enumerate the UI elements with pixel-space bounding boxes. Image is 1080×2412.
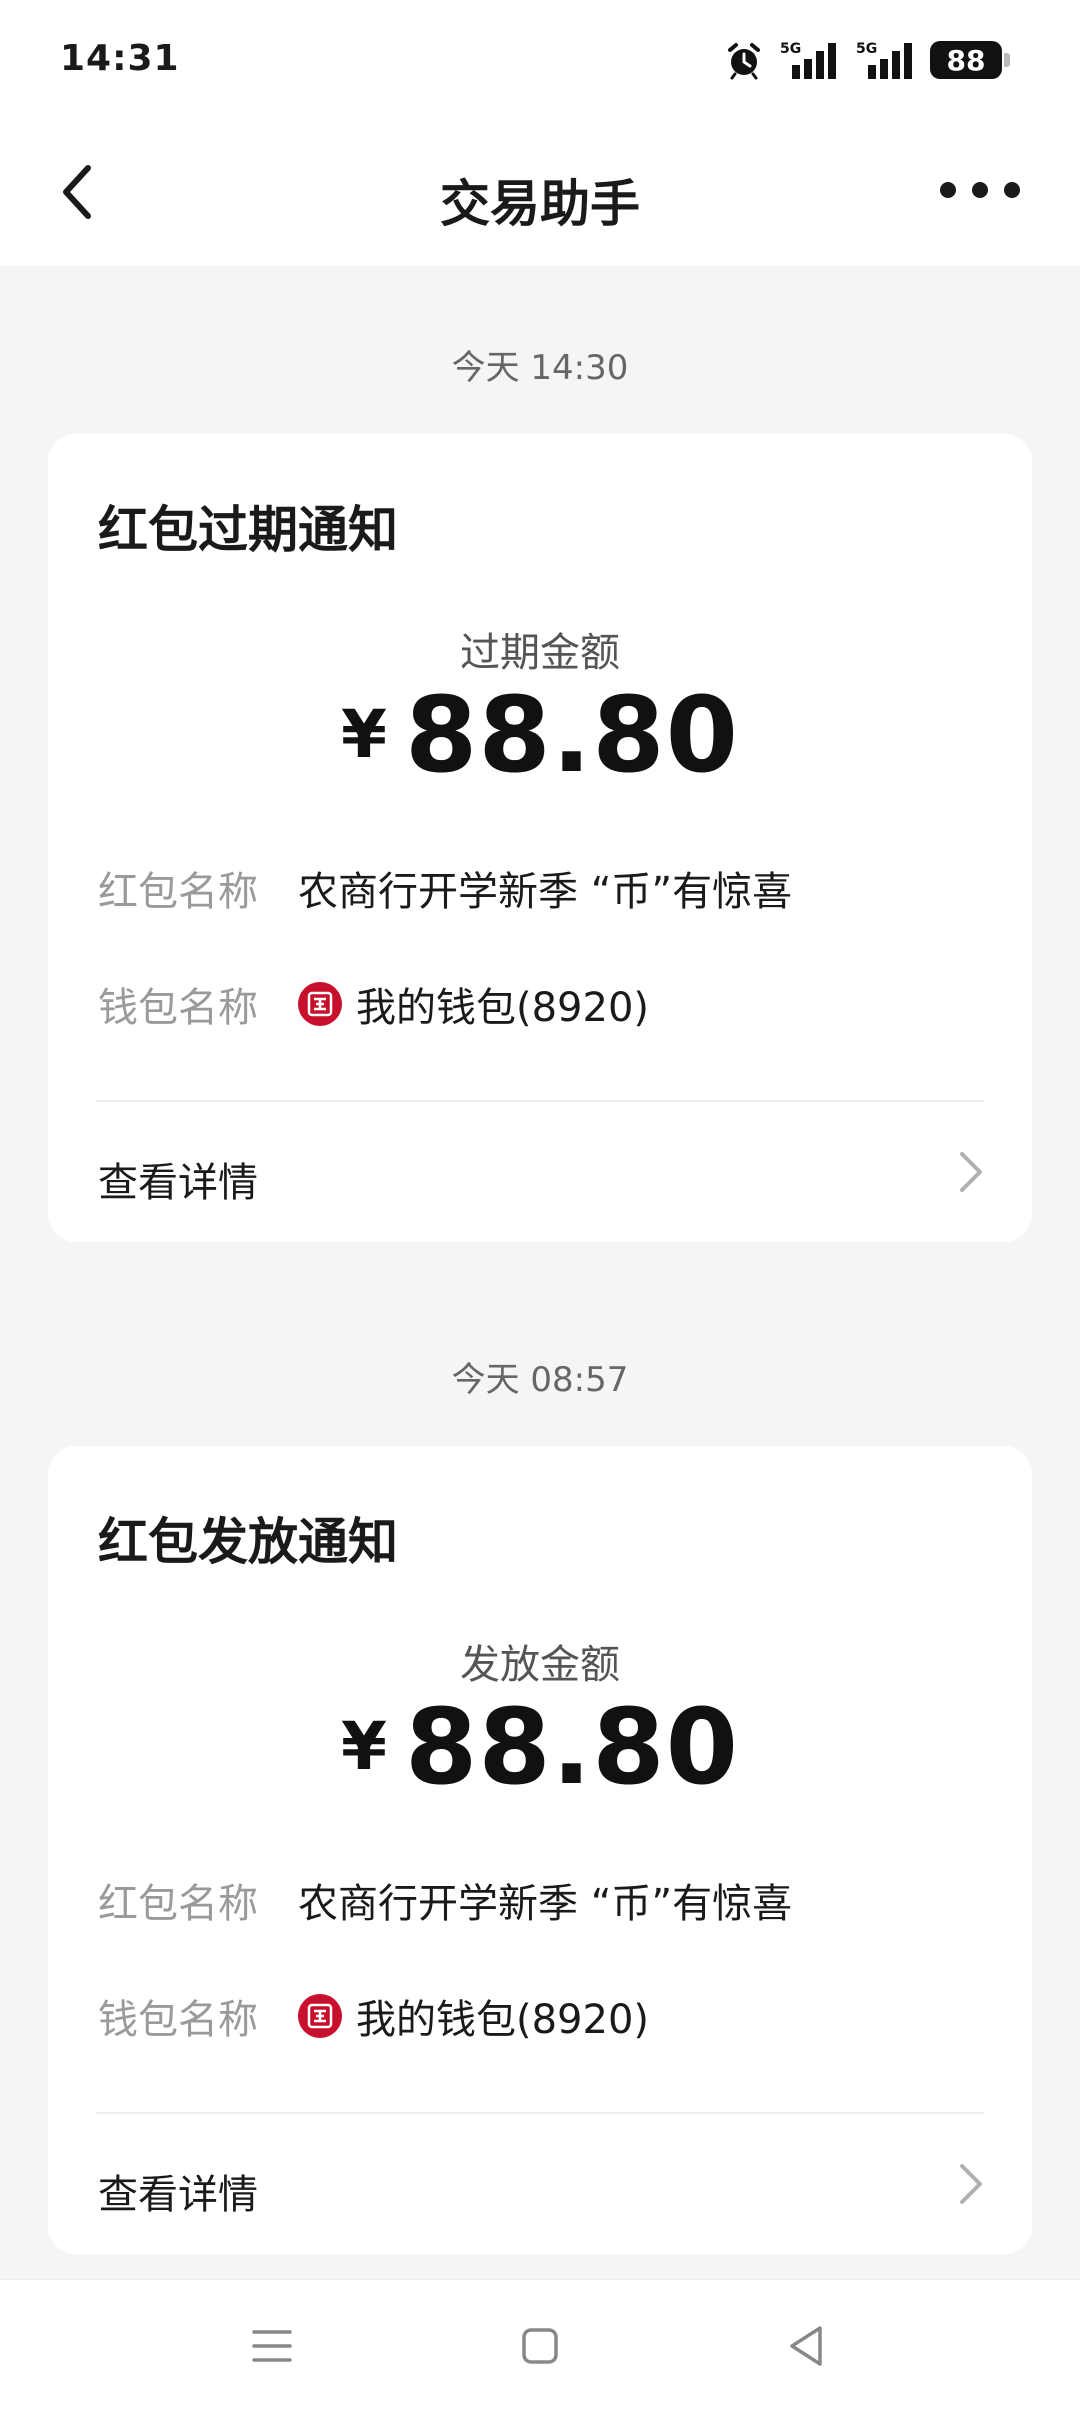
message-timestamp: 今天 08:57 [451,1360,629,1400]
status-time: 14:31 [60,38,180,79]
wallet-name-label: 钱包名称 [98,1997,258,2043]
menu-icon [252,2330,292,2362]
amount-value: ¥88.80 [48,1686,1032,1808]
back-triangle-icon [790,2326,822,2366]
page-title: 交易助手 [440,175,640,233]
amount-label: 过期金额 [460,630,620,676]
view-details-label: 查看详情 [98,1160,258,1206]
wallet-name-label: 钱包名称 [98,985,258,1031]
envelope-name-label: 红包名称 [98,869,258,915]
wallet-name-row: 钱包名称 我的钱包(8920) [98,1986,649,2046]
wallet-name-value: 我的钱包(8920) [356,985,650,1031]
envelope-name-row: 红包名称 农商行开学新季 “币”有惊喜 [98,858,792,918]
envelope-name-value: 农商行开学新季 “币”有惊喜 [298,869,793,915]
network-label-1: 5G [780,41,801,57]
card-title: 红包发放通知 [98,1513,398,1571]
envelope-name-value: 农商行开学新季 “币”有惊喜 [298,1881,793,1927]
home-square-icon [522,2328,558,2364]
notification-card: 红包过期通知 过期金额 ¥88.80 红包名称 农商行开学新季 “币”有惊喜 钱… [48,434,1032,1242]
chevron-right-icon [960,2164,982,2204]
signal-bars-icon: 5G [854,39,916,81]
bank-logo-icon [298,1994,342,2038]
card-title: 红包过期通知 [98,501,398,559]
wallet-name-row: 钱包名称 我的钱包(8920) [98,974,649,1034]
more-button[interactable] [940,170,1020,210]
battery-icon: 88 [930,41,1010,79]
bank-logo-icon [298,982,342,1026]
view-details-button[interactable]: 查看详情 [48,1102,1032,1242]
envelope-name-row: 红包名称 农商行开学新季 “币”有惊喜 [98,1870,792,1930]
amount-value: ¥88.80 [48,674,1032,796]
home-button[interactable] [512,2318,568,2374]
envelope-name-label: 红包名称 [98,1881,258,1927]
back-nav-button[interactable] [778,2318,834,2374]
battery-level: 88 [930,41,1002,79]
nav-bar: 交易助手 [0,120,1080,266]
wallet-name-value: 我的钱包(8920) [356,1997,650,2043]
message-timestamp: 今天 14:30 [451,348,629,388]
system-navigation-bar [0,2279,1080,2412]
menu-button[interactable] [244,2318,300,2374]
chevron-right-icon [960,1152,982,1192]
view-details-label: 查看详情 [98,2172,258,2218]
alarm-clock-icon [724,40,764,80]
amount-label: 发放金额 [460,1642,620,1688]
notification-card: 红包发放通知 发放金额 ¥88.80 红包名称 农商行开学新季 “币”有惊喜 钱… [48,1446,1032,2254]
currency-symbol: ¥ [341,696,387,773]
status-icons: 5G 5G 88 [710,36,1010,84]
amount-number: 88.80 [404,1686,739,1808]
network-label-2: 5G [856,41,877,57]
currency-symbol: ¥ [341,1708,387,1785]
amount-number: 88.80 [404,674,739,796]
more-dots-icon [940,182,956,198]
view-details-button[interactable]: 查看详情 [48,2114,1032,2254]
signal-bars-icon: 5G [778,39,840,81]
status-bar: 14:31 5G 5G 88 [0,0,1080,120]
